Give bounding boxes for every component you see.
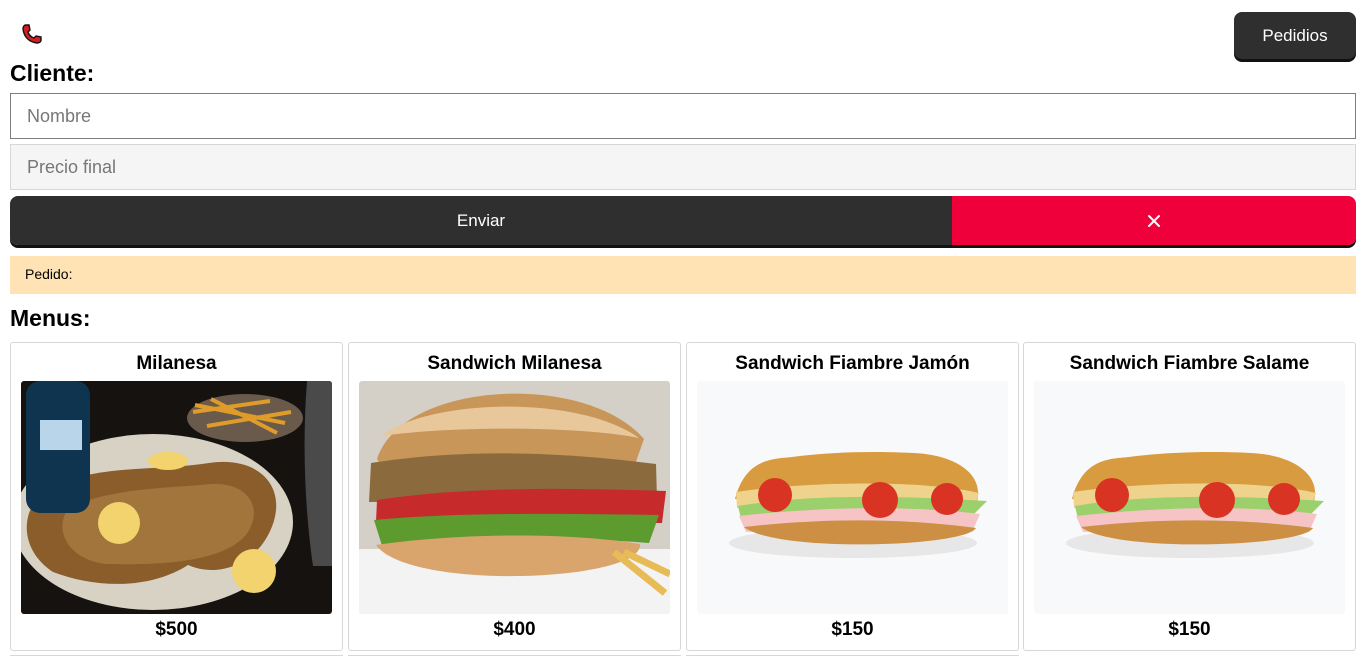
menu-card-sandwich-milanesa[interactable]: Sandwich Milanesa $400: [348, 342, 681, 651]
menu-grid: Milanesa $500 Sandwich Milanesa $400 San…: [10, 342, 1356, 657]
menu-item-price: $500: [155, 619, 198, 640]
menu-item-price: $150: [831, 619, 874, 640]
order-page: Pedidios Cliente: Enviar Pedido: Menus: …: [0, 0, 1366, 657]
menu-item-price: $400: [493, 619, 536, 640]
menu-card-salami-sandwich[interactable]: Sandwich Fiambre Salame $150: [1023, 342, 1356, 651]
menu-item-price: $150: [1168, 619, 1211, 640]
order-label: Pedido:: [25, 266, 73, 282]
salami-sandwich-photo: [1034, 381, 1345, 614]
menu-item-name: Sandwich Milanesa: [427, 353, 602, 374]
menu-item-name: Sandwich Fiambre Jamón: [735, 353, 970, 374]
send-button[interactable]: Enviar: [10, 196, 952, 245]
order-summary: Pedido:: [10, 256, 1356, 294]
orders-button[interactable]: Pedidios: [1234, 12, 1356, 59]
close-icon: [1148, 214, 1160, 227]
ham-sandwich-photo: [697, 381, 1008, 614]
client-title: Cliente:: [10, 60, 95, 86]
menu-card-milanesa[interactable]: Milanesa $500: [10, 342, 343, 651]
phone-icon[interactable]: [20, 22, 44, 46]
milanesa-photo: [21, 381, 332, 614]
menu-item-name: Milanesa: [136, 353, 217, 374]
final-price-input[interactable]: [10, 144, 1356, 190]
milanesa-sandwich-photo: [359, 381, 670, 614]
clear-button[interactable]: [952, 196, 1356, 245]
menus-title: Menus:: [10, 305, 91, 331]
menu-item-name: Sandwich Fiambre Salame: [1069, 353, 1310, 374]
menu-card-ham-sandwich[interactable]: Sandwich Fiambre Jamón $150: [686, 342, 1019, 651]
form-actions: Enviar: [10, 196, 1356, 245]
name-input[interactable]: [10, 93, 1356, 139]
